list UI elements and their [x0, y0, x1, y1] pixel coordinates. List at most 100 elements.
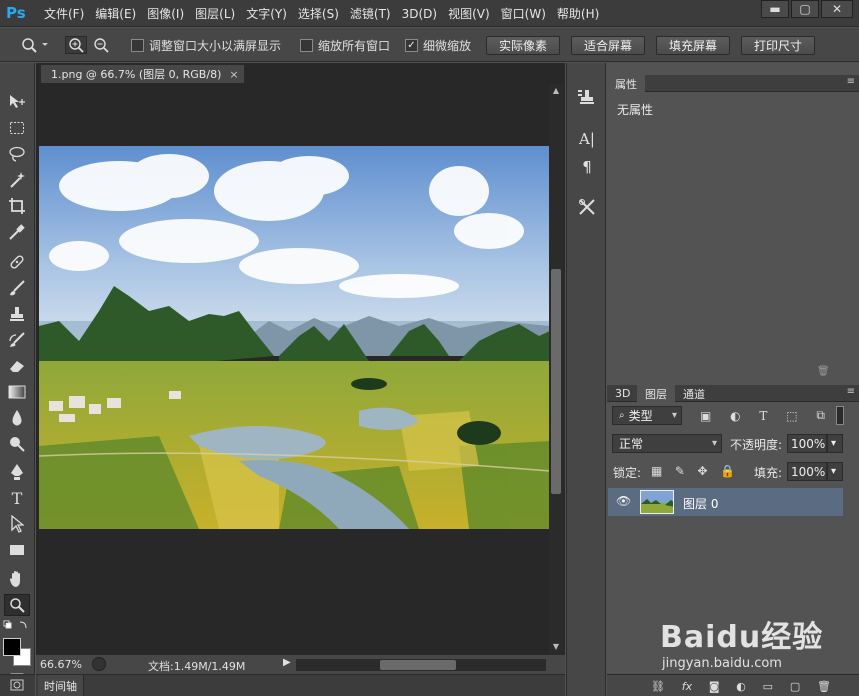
resize-windows-checkbox[interactable]: 调整窗口大小以满屏显示: [131, 36, 281, 54]
menu-type[interactable]: 文字(Y): [246, 5, 298, 22]
dodge-tool-icon[interactable]: [4, 433, 30, 455]
magic-wand-tool-icon[interactable]: [4, 169, 30, 191]
foreground-color-swatch[interactable]: [3, 638, 21, 656]
zoom-tool-icon[interactable]: [4, 594, 30, 616]
blend-mode-dropdown[interactable]: 正常: [612, 434, 722, 453]
type-filter-icon[interactable]: T: [759, 409, 767, 423]
scroll-up-arrow-icon[interactable]: ▲: [551, 86, 561, 96]
layers-panel-menu-icon[interactable]: ≡: [847, 386, 855, 397]
rectangle-tool-icon[interactable]: [4, 539, 30, 561]
tab-3d[interactable]: 3D: [607, 385, 638, 402]
lasso-tool-icon[interactable]: [4, 143, 30, 165]
canvas-image[interactable]: [39, 146, 550, 529]
add-mask-icon[interactable]: ◙: [709, 680, 720, 693]
paragraph-panel-icon[interactable]: ¶: [574, 155, 600, 179]
marquee-tool-icon[interactable]: [4, 117, 30, 139]
scroll-down-arrow-icon[interactable]: ▼: [551, 642, 561, 652]
vertical-scrollbar[interactable]: ▲ ▼: [549, 84, 563, 656]
zoom-tool-preset-icon[interactable]: [20, 36, 48, 54]
healing-brush-tool-icon[interactable]: [4, 251, 30, 273]
menu-image[interactable]: 图像(I): [147, 5, 195, 22]
menu-layer[interactable]: 图层(L): [195, 5, 246, 22]
maximize-button[interactable]: ▢: [791, 0, 819, 18]
smart-object-filter-icon[interactable]: ⧉: [816, 408, 825, 423]
lock-all-icon[interactable]: 🔒: [720, 464, 735, 478]
layer-filter-dropdown[interactable]: ⌕ 类型: [612, 406, 682, 425]
layer-name[interactable]: 图层 0: [683, 495, 718, 512]
menu-select[interactable]: 选择(S): [298, 5, 350, 22]
checkbox-checked[interactable]: ✓: [405, 38, 418, 52]
shape-filter-icon[interactable]: ⬚: [786, 409, 797, 423]
adjustment-layer-icon[interactable]: ◐: [736, 680, 746, 693]
link-layers-icon[interactable]: ⛓: [651, 680, 665, 693]
actual-pixels-button[interactable]: 实际像素: [486, 36, 560, 55]
scrollbar-thumb[interactable]: [551, 269, 561, 494]
zoom-all-windows-checkbox[interactable]: 缩放所有窗口: [300, 36, 390, 54]
new-group-icon[interactable]: ▭: [763, 680, 773, 693]
close-button[interactable]: ✕: [821, 0, 853, 18]
status-info-icon[interactable]: [92, 657, 106, 671]
brush-tool-icon[interactable]: [4, 277, 30, 299]
clone-source-icon[interactable]: [574, 85, 600, 109]
lock-image-pixels-icon[interactable]: ✎: [675, 464, 685, 478]
crop-tool-icon[interactable]: [4, 195, 30, 217]
history-brush-tool-icon[interactable]: [4, 329, 30, 351]
menu-view[interactable]: 视图(V): [448, 5, 501, 22]
menu-edit[interactable]: 编辑(E): [95, 5, 147, 22]
opacity-input[interactable]: 100%: [787, 434, 827, 453]
eyedropper-tool-icon[interactable]: [4, 221, 30, 243]
hscrollbar-thumb[interactable]: [380, 660, 456, 670]
pixel-filter-icon[interactable]: ▣: [700, 409, 711, 423]
tab-layers[interactable]: 图层: [637, 385, 675, 402]
move-tool-icon[interactable]: [4, 91, 30, 113]
fit-screen-button[interactable]: 适合屏幕: [571, 36, 645, 55]
tool-presets-icon[interactable]: [574, 195, 600, 219]
document-tab[interactable]: 1.png @ 66.7% (图层 0, RGB/8) ×: [40, 64, 245, 83]
character-panel-icon[interactable]: A|: [574, 127, 600, 151]
menu-help[interactable]: 帮助(H): [557, 5, 610, 22]
checkbox-box[interactable]: [131, 38, 144, 52]
trash-icon[interactable]: 🗑: [817, 366, 831, 378]
opacity-dropdown-arrow-icon[interactable]: ▾: [827, 434, 843, 453]
menu-file[interactable]: 文件(F): [44, 5, 95, 22]
lock-position-icon[interactable]: ✥: [697, 464, 707, 478]
filter-toggle-switch[interactable]: [836, 406, 844, 425]
fill-screen-button[interactable]: 填充屏幕: [656, 36, 730, 55]
eraser-tool-icon[interactable]: [4, 355, 30, 377]
blur-tool-icon[interactable]: [4, 407, 30, 429]
print-size-button[interactable]: 打印尺寸: [741, 36, 815, 55]
new-layer-icon[interactable]: ▢: [790, 680, 800, 693]
type-tool-icon[interactable]: T: [4, 487, 30, 509]
timeline-tab-label[interactable]: 时间轴: [38, 675, 84, 696]
menu-filter[interactable]: 滤镜(T): [350, 5, 402, 22]
adjustment-filter-icon[interactable]: ◐: [730, 409, 740, 423]
layer-style-fx-icon[interactable]: fx: [682, 680, 692, 693]
swap-colors-icon[interactable]: [2, 619, 30, 631]
properties-tab[interactable]: 属性: [607, 75, 645, 92]
scrubby-zoom-checkbox[interactable]: ✓ 细微缩放: [405, 36, 471, 54]
pen-tool-icon[interactable]: [4, 461, 30, 483]
lock-transparent-pixels-icon[interactable]: ▦: [651, 464, 662, 478]
gradient-tool-icon[interactable]: [4, 381, 30, 403]
minimize-button[interactable]: ▬: [761, 0, 789, 18]
layer-visibility-eye-icon[interactable]: 👁: [616, 494, 631, 508]
menu-3d[interactable]: 3D(D): [402, 7, 448, 21]
zoom-level[interactable]: 66.67%: [40, 658, 82, 671]
fill-dropdown-arrow-icon[interactable]: ▾: [827, 462, 843, 481]
horizontal-scrollbar[interactable]: [296, 659, 546, 671]
hand-tool-icon[interactable]: [4, 568, 30, 590]
delete-layer-icon[interactable]: 🗑: [817, 680, 831, 693]
panel-menu-icon[interactable]: ≡: [847, 76, 855, 87]
status-menu-arrow-icon[interactable]: ▶: [283, 657, 291, 668]
timeline-panel-tab[interactable]: 时间轴: [36, 674, 565, 696]
fill-input[interactable]: 100%: [787, 462, 827, 481]
checkbox-box[interactable]: [300, 38, 313, 52]
path-selection-tool-icon[interactable]: [4, 513, 30, 535]
document-tab-close-icon[interactable]: ×: [229, 68, 238, 81]
layer-row[interactable]: 👁 图层 0: [608, 488, 843, 516]
zoom-in-icon[interactable]: [65, 36, 87, 54]
menu-window[interactable]: 窗口(W): [501, 5, 557, 22]
zoom-out-icon[interactable]: [91, 36, 111, 54]
tab-channels[interactable]: 通道: [675, 385, 713, 402]
clone-stamp-tool-icon[interactable]: [4, 303, 30, 325]
